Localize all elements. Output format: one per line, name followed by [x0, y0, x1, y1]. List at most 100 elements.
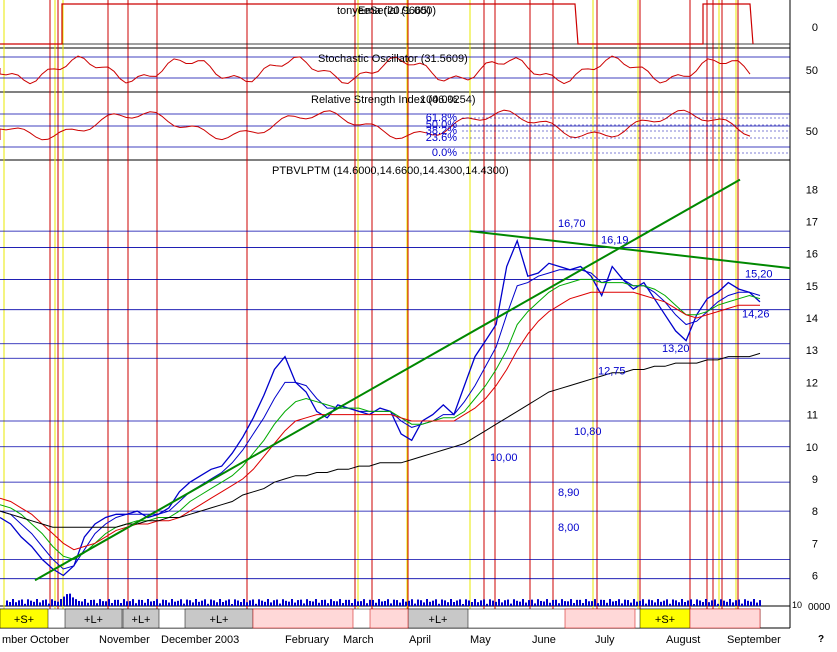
level-label: 14,26 [742, 309, 770, 321]
x-axis-label: March [343, 634, 374, 646]
volume-bar [249, 600, 251, 606]
volume-bar [309, 600, 311, 606]
price-ytick: 13 [806, 345, 818, 357]
volume-bar [96, 603, 98, 606]
volume-bar [501, 602, 503, 606]
volume-ytick: 10 [792, 600, 802, 610]
volume-bar [564, 601, 566, 606]
volume-bar [669, 603, 671, 606]
price-ytick: 8 [812, 506, 818, 518]
volume-bar [261, 600, 263, 606]
volume-bar [336, 601, 338, 606]
volume-bar [264, 601, 266, 606]
volume-bar [585, 599, 587, 606]
volume-bar [708, 602, 710, 606]
volume-bar [117, 599, 119, 606]
hatch-box [689, 608, 761, 629]
volume-bar [87, 602, 89, 606]
volume-bar [18, 600, 20, 606]
volume-bar [522, 599, 524, 606]
fib-label: 0.0% [432, 147, 457, 159]
volume-bar [453, 602, 455, 606]
volume-bar [636, 601, 638, 606]
volume-bar [75, 599, 77, 606]
price-ytick: 9 [812, 474, 818, 486]
volume-bar [405, 601, 407, 606]
volume-bar [615, 600, 617, 606]
volume-bar [147, 599, 149, 606]
volume-bar [141, 599, 143, 606]
volume-bar [498, 599, 500, 606]
volume-bar [567, 601, 569, 606]
level-label: 12,75 [598, 365, 626, 377]
volume-bar [684, 602, 686, 606]
volume-bar [312, 601, 314, 606]
volume-bar [231, 603, 233, 606]
volume-bar [9, 602, 11, 606]
volume-bar [678, 602, 680, 606]
volume-bar [612, 601, 614, 606]
volume-bar [72, 597, 74, 606]
chart-window: +S+ +L+ +L+ +L+ +L+ +S+ 61.8% 50.0% 38.2% 23.6% 0… [0, 0, 837, 647]
level-label: 13,20 [662, 343, 690, 355]
volume-bar [555, 599, 557, 606]
volume-bar [303, 603, 305, 606]
volume-bar [738, 599, 740, 606]
volume-bar [114, 599, 116, 606]
volume-bar [600, 599, 602, 606]
x-axis-label: October [30, 634, 69, 646]
level-label: 10,00 [490, 452, 518, 464]
volume-bar [699, 600, 701, 606]
volume-bar [36, 599, 38, 606]
marker-label: +S+ [655, 614, 675, 626]
price-ytick: 18 [806, 184, 818, 196]
volume-bar [426, 599, 428, 606]
volume-bar [462, 603, 464, 606]
volume-bar [321, 599, 323, 606]
volume-bar [135, 603, 137, 606]
volume-bar [381, 601, 383, 606]
panel-overlay-ema: Ema (20.9665) [358, 5, 431, 17]
volume-bar [435, 599, 437, 606]
volume-bar [756, 602, 758, 606]
volume-bar [693, 603, 695, 606]
volume-bar [153, 600, 155, 606]
marker-label: +L+ [429, 614, 448, 626]
volume-bar [39, 602, 41, 606]
volume-bar [396, 600, 398, 606]
volume-bar [177, 600, 179, 606]
volume-bar [42, 600, 44, 606]
volume-bar [570, 599, 572, 606]
volume-bar [297, 600, 299, 606]
hatch-box [252, 608, 354, 629]
volume-bar [270, 602, 272, 606]
volume-bar [609, 599, 611, 606]
volume-bar [729, 599, 731, 606]
volume-bar [27, 599, 29, 606]
volume-bar [474, 599, 476, 606]
x-axis-label: December 2003 [161, 634, 239, 646]
serial-ytick: 0 [812, 22, 818, 34]
volume-bar [201, 600, 203, 606]
volume-bar [744, 599, 746, 606]
volume-bar [651, 600, 653, 606]
volume-bar [318, 602, 320, 606]
volume-bar [735, 600, 737, 606]
volume-bar [510, 603, 512, 606]
panel-title-price: PTBVLPTM (14.6000,14.6600,14.4300,14.430… [272, 165, 509, 177]
volume-bar [666, 599, 668, 606]
volume-bar [465, 599, 467, 606]
volume-bar [150, 601, 152, 606]
volume-bar [132, 599, 134, 606]
volume-bar [30, 600, 32, 606]
volume-bar [531, 599, 533, 606]
volume-bar [333, 601, 335, 606]
volume-bar [687, 600, 689, 606]
marker-label: +L+ [132, 614, 151, 626]
volume-bar [285, 600, 287, 606]
volume-bar [171, 599, 173, 606]
volume-bar [33, 601, 35, 606]
volume-bar [354, 599, 356, 606]
volume-bar [597, 603, 599, 606]
volume-bar [417, 599, 419, 606]
